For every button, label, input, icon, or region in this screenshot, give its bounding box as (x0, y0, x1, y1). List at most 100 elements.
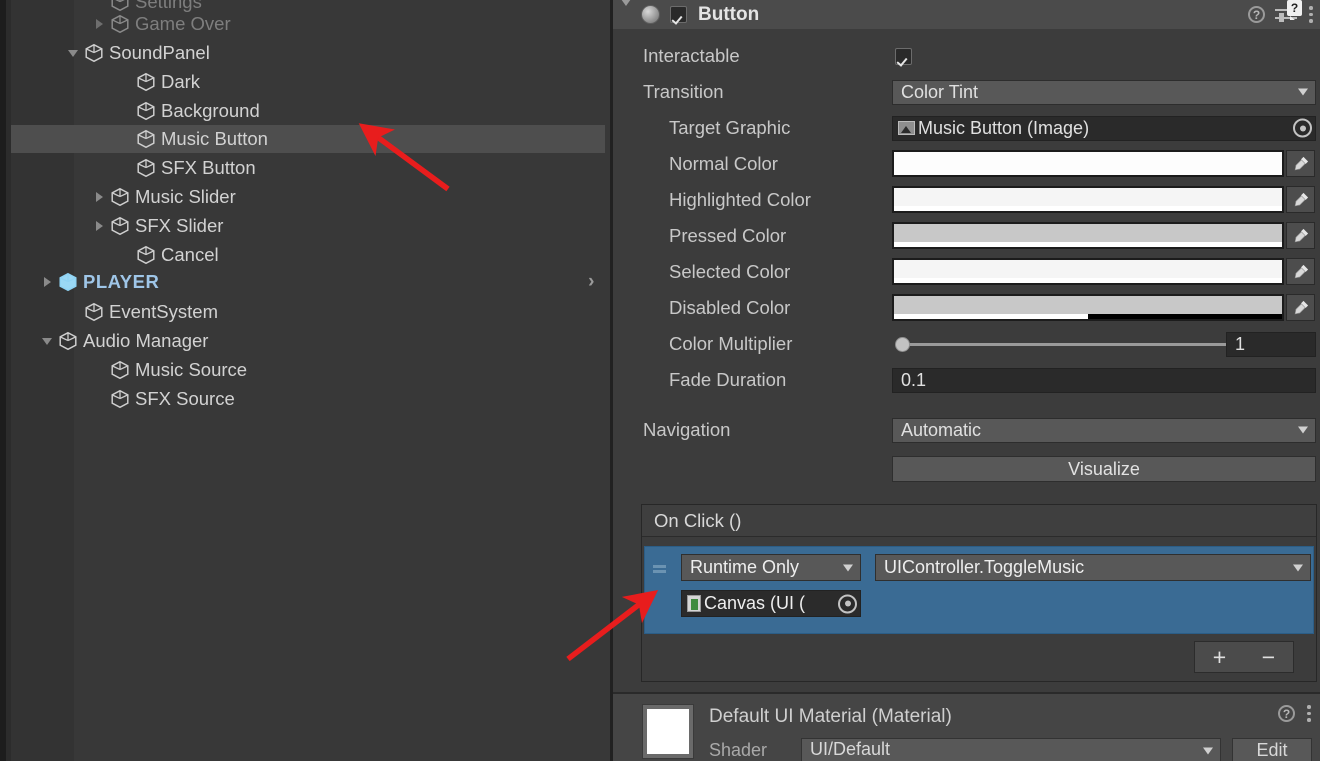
material-preview-swatch[interactable] (642, 704, 694, 759)
component-header-actions[interactable]: ? ? (1248, 0, 1314, 29)
hierarchy-row[interactable]: Game Over (11, 10, 605, 38)
help-icon[interactable]: ? (1248, 6, 1265, 23)
hierarchy-row-label: Cancel (161, 243, 219, 265)
target-graphic-objectfield[interactable]: Music Button (Image) (892, 115, 1316, 141)
color-swatch-field[interactable] (892, 258, 1284, 285)
hierarchy-tree[interactable]: Settings Game Over SoundPanel Dark Backgroun… (0, 0, 610, 761)
color-swatch-field[interactable] (892, 150, 1284, 177)
row-selected-color: Selected Color (613, 256, 1320, 288)
row-navigation: Navigation Automatic (613, 414, 1320, 446)
hierarchy-panel[interactable]: Settings Game Over SoundPanel Dark Backgroun… (0, 0, 610, 761)
interactable-checkbox[interactable] (895, 47, 912, 65)
fade-duration-input[interactable]: 0.1 (892, 367, 1316, 393)
gameobject-cube-icon (57, 330, 79, 352)
prefab-cube-icon (57, 271, 79, 293)
transition-label: Transition (643, 81, 724, 102)
gameobject-cube-icon (83, 301, 105, 323)
open-prefab-chevron-icon[interactable]: › (588, 271, 595, 293)
hierarchy-row[interactable]: Cancel (11, 241, 605, 269)
component-header-button[interactable]: Button ? ? (613, 0, 1320, 29)
gameobject-cube-icon (135, 71, 157, 93)
chevron-down-icon[interactable] (37, 327, 57, 355)
object-picker-icon[interactable] (838, 594, 857, 613)
gameobject-cube-icon (83, 42, 105, 64)
color-swatch-field[interactable] (892, 222, 1284, 249)
hierarchy-row[interactable]: PLAYER › (11, 268, 605, 296)
hierarchy-row-label: Music Source (135, 358, 248, 380)
gameobject-cube-icon (135, 157, 157, 179)
component-enabled-checkbox[interactable] (670, 6, 687, 23)
row-highlighted-color: Highlighted Color (613, 184, 1320, 216)
onclick-add-remove-buttons[interactable]: + − (1194, 641, 1294, 673)
row-interactable: Interactable (613, 40, 1320, 72)
target-graphic-value: Music Button (Image) (918, 117, 1090, 138)
chevron-right-icon[interactable] (37, 268, 57, 296)
color-multiplier-value-field[interactable]: 1 (1226, 331, 1316, 357)
hierarchy-row[interactable]: Music Source (11, 356, 605, 384)
hierarchy-row-label: Game Over (135, 12, 231, 34)
visualize-button[interactable]: Visualize (892, 456, 1316, 482)
hierarchy-row-label: Music Button (161, 127, 268, 149)
chevron-down-icon[interactable] (621, 0, 631, 24)
onclick-function-dropdown[interactable]: UIController.ToggleMusic (875, 554, 1311, 581)
hierarchy-row[interactable]: SoundPanel (11, 39, 605, 67)
preset-settings-icon[interactable]: ? (1275, 0, 1302, 25)
eyedropper-icon[interactable] (1286, 258, 1315, 285)
hierarchy-row[interactable]: Music Button (11, 125, 605, 153)
color-multiplier-slider-handle[interactable] (895, 337, 910, 352)
kebab-menu-icon[interactable] (1309, 6, 1314, 23)
twisty-placeholder (89, 356, 109, 384)
drag-handle-icon[interactable] (653, 565, 666, 573)
row-transition: Transition Color Tint (613, 76, 1320, 108)
gameobject-cube-icon (135, 244, 157, 266)
kebab-menu-icon[interactable] (1307, 705, 1312, 722)
hierarchy-row-label: SFX Source (135, 387, 235, 409)
hierarchy-row[interactable]: Audio Manager (11, 327, 605, 355)
eyedropper-icon[interactable] (1286, 222, 1315, 249)
unity-editor-screenshot: Settings Game Over SoundPanel Dark Backgroun… (0, 0, 1320, 761)
color-multiplier-slider-track[interactable] (902, 343, 1227, 346)
navigation-dropdown[interactable]: Automatic (892, 417, 1316, 443)
hierarchy-row[interactable]: Music Slider (11, 183, 605, 211)
gameobject-cube-icon (109, 13, 131, 35)
onclick-mode-dropdown[interactable]: Runtime Only (681, 554, 861, 581)
eyedropper-icon[interactable] (1286, 150, 1315, 177)
hierarchy-row[interactable]: SFX Slider (11, 212, 605, 240)
hierarchy-row[interactable]: EventSystem (11, 298, 605, 326)
twisty-placeholder (115, 97, 135, 125)
twisty-placeholder (63, 298, 83, 326)
onclick-target-objectfield[interactable]: Canvas (UI ( (681, 590, 861, 617)
chevron-right-icon[interactable] (89, 183, 109, 211)
shader-edit-button[interactable]: Edit (1232, 738, 1312, 761)
twisty-placeholder (115, 125, 135, 153)
add-event-button[interactable]: + (1213, 644, 1226, 671)
hierarchy-row[interactable]: Background (11, 97, 605, 125)
hierarchy-row[interactable]: SFX Button (11, 154, 605, 182)
color-multiplier-value: 1 (1235, 333, 1246, 354)
interactable-label: Interactable (643, 45, 740, 66)
hierarchy-row[interactable]: Dark (11, 68, 605, 96)
chevron-right-icon[interactable] (89, 10, 109, 38)
row-normal-color: Normal Color (613, 148, 1320, 180)
row-fade-duration: Fade Duration 0.1 (613, 364, 1320, 396)
eyedropper-icon[interactable] (1286, 294, 1315, 321)
shader-value: UI/Default (810, 739, 891, 759)
chevron-right-icon[interactable] (89, 212, 109, 240)
color-swatch-field[interactable] (892, 294, 1284, 321)
chevron-down-icon (1203, 747, 1213, 754)
chevron-down-icon[interactable] (63, 39, 83, 67)
hierarchy-row[interactable]: SFX Source (11, 385, 605, 413)
shader-dropdown[interactable]: UI/Default (801, 738, 1221, 761)
target-graphic-label: Target Graphic (669, 117, 791, 138)
twisty-placeholder (115, 154, 135, 182)
help-icon[interactable]: ? (1278, 705, 1295, 722)
onclick-entry-row[interactable]: Runtime Only UIController.ToggleMusic Ca… (644, 546, 1314, 634)
material-header-actions[interactable]: ? (1278, 705, 1312, 722)
object-picker-icon[interactable] (1293, 118, 1312, 138)
remove-event-button[interactable]: − (1262, 644, 1275, 671)
twisty-placeholder (115, 68, 135, 96)
eyedropper-icon[interactable] (1286, 186, 1315, 213)
color-swatch-field[interactable] (892, 186, 1284, 213)
color-multiplier-label: Color Multiplier (669, 333, 793, 354)
transition-dropdown[interactable]: Color Tint (892, 79, 1316, 105)
